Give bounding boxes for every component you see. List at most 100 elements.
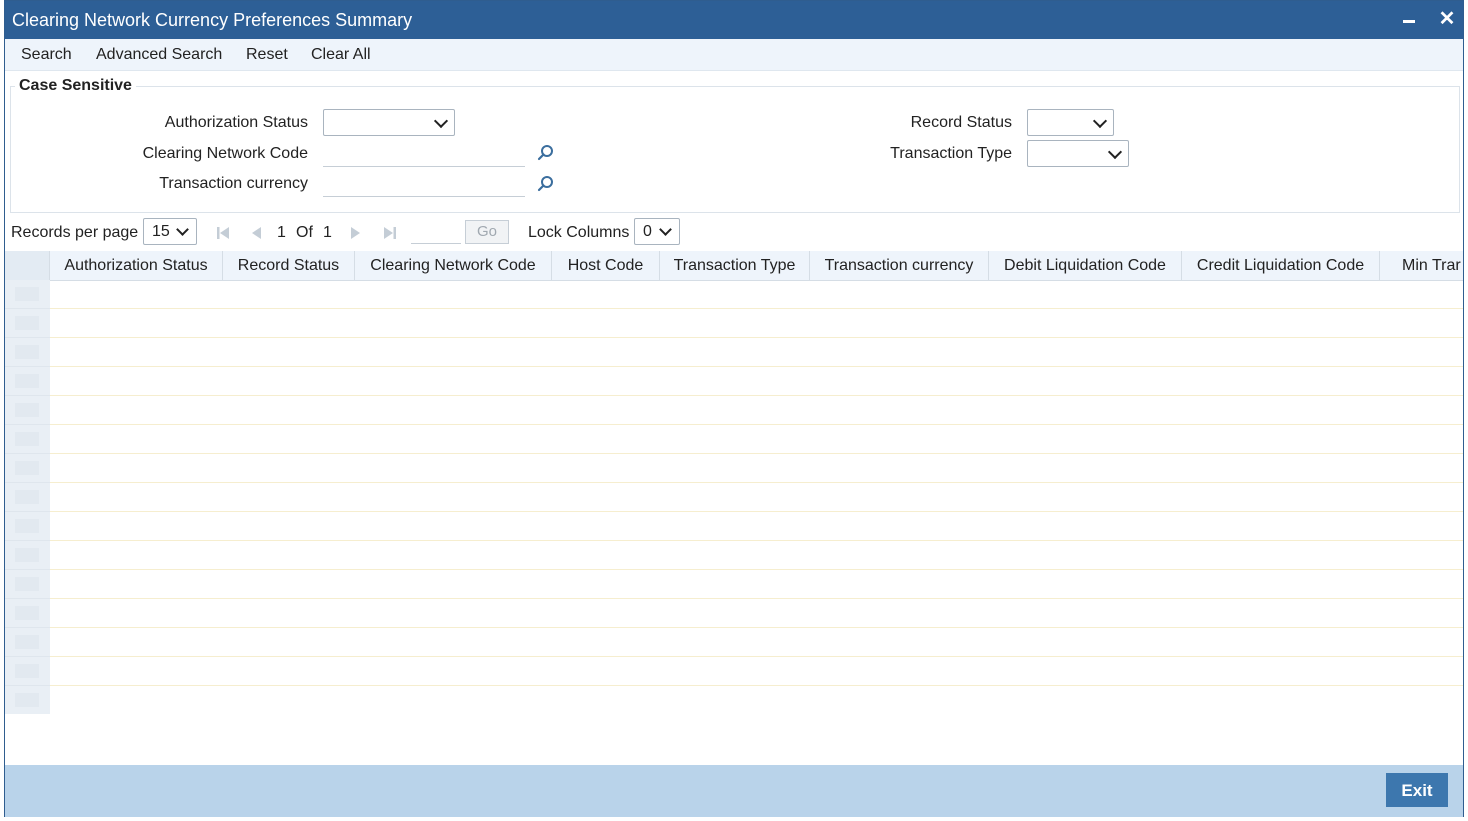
row-checkbox[interactable] — [15, 519, 39, 533]
footer-bar: Exit — [5, 765, 1463, 817]
exit-button[interactable]: Exit — [1386, 773, 1448, 807]
table-row[interactable] — [5, 396, 1463, 425]
table-row[interactable] — [5, 686, 1463, 714]
row-select-cell[interactable] — [5, 541, 50, 570]
row-checkbox[interactable] — [15, 577, 39, 591]
transaction-type-select[interactable] — [1027, 140, 1129, 167]
pagination-bar: Records per page 15 1 Of 1 Go Lock Colum… — [5, 217, 1463, 247]
row-select-cell[interactable] — [5, 483, 50, 512]
records-per-page-select[interactable]: 15 — [143, 218, 197, 245]
authorization-status-select[interactable] — [323, 109, 455, 136]
row-checkbox[interactable] — [15, 693, 39, 707]
chevron-down-icon — [1107, 144, 1123, 160]
row-checkbox[interactable] — [15, 635, 39, 649]
title-bar: Clearing Network Currency Preferences Su… — [5, 1, 1463, 39]
close-button[interactable]: ✕ — [1435, 7, 1459, 31]
minimize-icon — [1403, 20, 1415, 24]
select-all-cell[interactable] — [5, 251, 50, 280]
row-select-cell[interactable] — [5, 628, 50, 657]
table-row[interactable] — [5, 338, 1463, 367]
table-row[interactable] — [5, 309, 1463, 338]
row-select-cell[interactable] — [5, 686, 50, 714]
lock-columns-value: 0 — [643, 223, 652, 240]
record-status-label: Record Status — [910, 114, 1012, 131]
lock-columns-label: Lock Columns — [528, 224, 630, 241]
reset-button[interactable]: Reset — [246, 46, 288, 64]
row-checkbox[interactable] — [15, 432, 39, 446]
table-row[interactable] — [5, 657, 1463, 686]
search-button[interactable]: Search — [21, 46, 72, 64]
row-checkbox[interactable] — [15, 345, 39, 359]
row-select-cell[interactable] — [5, 280, 50, 309]
record-status-select[interactable] — [1027, 109, 1114, 136]
row-select-cell[interactable] — [5, 454, 50, 483]
column-header-authorization-status[interactable]: Authorization Status — [50, 251, 223, 280]
lock-columns-select[interactable]: 0 — [634, 218, 680, 245]
row-select-cell[interactable] — [5, 599, 50, 628]
advanced-search-button[interactable]: Advanced Search — [96, 46, 222, 64]
chevron-down-icon — [659, 223, 672, 236]
next-page-icon[interactable] — [347, 225, 363, 241]
column-header-debit-liquidation-code[interactable]: Debit Liquidation Code — [989, 251, 1182, 280]
table-row[interactable] — [5, 454, 1463, 483]
last-page-icon[interactable] — [382, 225, 398, 241]
records-per-page-label: Records per page — [11, 224, 139, 241]
row-checkbox[interactable] — [15, 403, 39, 417]
column-header-min-transaction[interactable]: Min Trar — [1380, 251, 1463, 280]
records-per-page-value: 15 — [152, 223, 170, 240]
row-checkbox[interactable] — [15, 548, 39, 562]
row-select-cell[interactable] — [5, 512, 50, 541]
row-checkbox[interactable] — [15, 490, 39, 504]
row-checkbox[interactable] — [15, 461, 39, 475]
chevron-down-icon — [176, 223, 189, 236]
row-checkbox[interactable] — [15, 374, 39, 388]
summary-window: Clearing Network Currency Preferences Su… — [4, 0, 1464, 817]
grid-header: Authorization Status Record Status Clear… — [5, 251, 1463, 281]
row-select-cell[interactable] — [5, 338, 50, 367]
clearing-network-code-label: Clearing Network Code — [142, 145, 308, 162]
of-label: Of — [296, 224, 313, 241]
row-select-cell[interactable] — [5, 396, 50, 425]
row-select-cell[interactable] — [5, 425, 50, 454]
go-to-page-input[interactable] — [411, 220, 461, 244]
table-row[interactable] — [5, 628, 1463, 657]
row-select-cell[interactable] — [5, 367, 50, 396]
column-header-host-code[interactable]: Host Code — [552, 251, 660, 280]
first-page-icon[interactable] — [215, 225, 231, 241]
table-row[interactable] — [5, 541, 1463, 570]
transaction-currency-input[interactable] — [323, 170, 525, 197]
window-title: Clearing Network Currency Preferences Su… — [12, 10, 413, 30]
table-row[interactable] — [5, 570, 1463, 599]
column-header-credit-liquidation-code[interactable]: Credit Liquidation Code — [1182, 251, 1380, 280]
table-row[interactable] — [5, 599, 1463, 628]
row-checkbox[interactable] — [15, 606, 39, 620]
table-row[interactable] — [5, 367, 1463, 396]
search-icon[interactable] — [537, 175, 555, 193]
clearing-network-code-input[interactable] — [323, 140, 525, 167]
row-checkbox[interactable] — [15, 287, 39, 301]
row-select-cell[interactable] — [5, 657, 50, 686]
current-page: 1 — [277, 224, 286, 241]
minimize-button[interactable] — [1397, 7, 1421, 31]
table-row[interactable] — [5, 483, 1463, 512]
authorization-status-label: Authorization Status — [164, 114, 308, 131]
row-checkbox[interactable] — [15, 316, 39, 330]
chevron-down-icon — [433, 113, 449, 129]
row-checkbox[interactable] — [15, 664, 39, 678]
clear-all-button[interactable]: Clear All — [311, 46, 371, 64]
toolbar: Search Advanced Search Reset Clear All — [5, 39, 1463, 71]
row-select-cell[interactable] — [5, 309, 50, 338]
table-row[interactable] — [5, 280, 1463, 309]
results-grid: Authorization Status Record Status Clear… — [5, 251, 1463, 714]
row-select-cell[interactable] — [5, 570, 50, 599]
go-button[interactable]: Go — [465, 220, 509, 244]
column-header-transaction-currency[interactable]: Transaction currency — [810, 251, 989, 280]
table-row[interactable] — [5, 512, 1463, 541]
previous-page-icon[interactable] — [249, 225, 265, 241]
column-header-transaction-type[interactable]: Transaction Type — [660, 251, 810, 280]
column-header-record-status[interactable]: Record Status — [223, 251, 355, 280]
table-row[interactable] — [5, 425, 1463, 454]
search-icon[interactable] — [537, 144, 555, 162]
column-header-clearing-network-code[interactable]: Clearing Network Code — [355, 251, 552, 280]
close-icon: ✕ — [1438, 8, 1456, 30]
